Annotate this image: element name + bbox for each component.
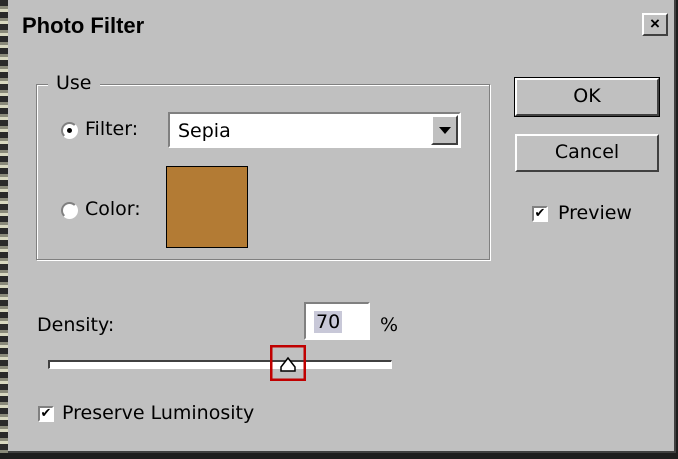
density-label: Density: — [37, 314, 115, 336]
slider-handle-icon — [280, 356, 296, 372]
chevron-down-icon — [439, 127, 451, 134]
use-group-legend: Use — [48, 72, 100, 94]
ok-button[interactable]: OK — [514, 77, 660, 117]
filter-radio[interactable] — [61, 122, 78, 139]
density-slider-thumb[interactable] — [270, 345, 306, 381]
radio-selected-dot — [67, 128, 72, 133]
density-input-value: 70 — [314, 311, 343, 333]
dialog-title: Photo Filter — [22, 13, 145, 38]
title-bar[interactable]: Photo Filter × — [10, 0, 670, 46]
preview-checkbox[interactable]: ✔ — [532, 206, 548, 222]
filter-dropdown-value: Sepia — [178, 120, 231, 142]
density-input[interactable]: 70 — [304, 302, 370, 340]
photo-filter-dialog: Photo Filter × Use Filter: Sepia Color: … — [0, 0, 676, 453]
checkmark-icon: ✔ — [40, 406, 52, 421]
density-slider-track[interactable] — [48, 360, 392, 369]
dropdown-arrow-button[interactable] — [431, 115, 458, 145]
preserve-luminosity-checkbox[interactable]: ✔ — [38, 406, 54, 422]
close-button[interactable]: × — [642, 13, 668, 36]
color-swatch[interactable] — [166, 166, 248, 248]
preview-label[interactable]: Preview — [558, 202, 632, 224]
filter-radio-label[interactable]: Filter: — [85, 118, 138, 140]
close-icon: × — [650, 14, 660, 33]
density-unit: % — [380, 314, 399, 336]
use-groupbox — [36, 84, 490, 260]
preserve-luminosity-label[interactable]: Preserve Luminosity — [62, 402, 254, 424]
color-radio[interactable] — [61, 202, 78, 219]
filter-dropdown[interactable]: Sepia — [168, 112, 461, 148]
color-radio-label[interactable]: Color: — [85, 198, 141, 220]
checkmark-icon: ✔ — [534, 206, 546, 221]
cancel-button[interactable]: Cancel — [515, 134, 659, 172]
background-strip — [0, 0, 8, 453]
